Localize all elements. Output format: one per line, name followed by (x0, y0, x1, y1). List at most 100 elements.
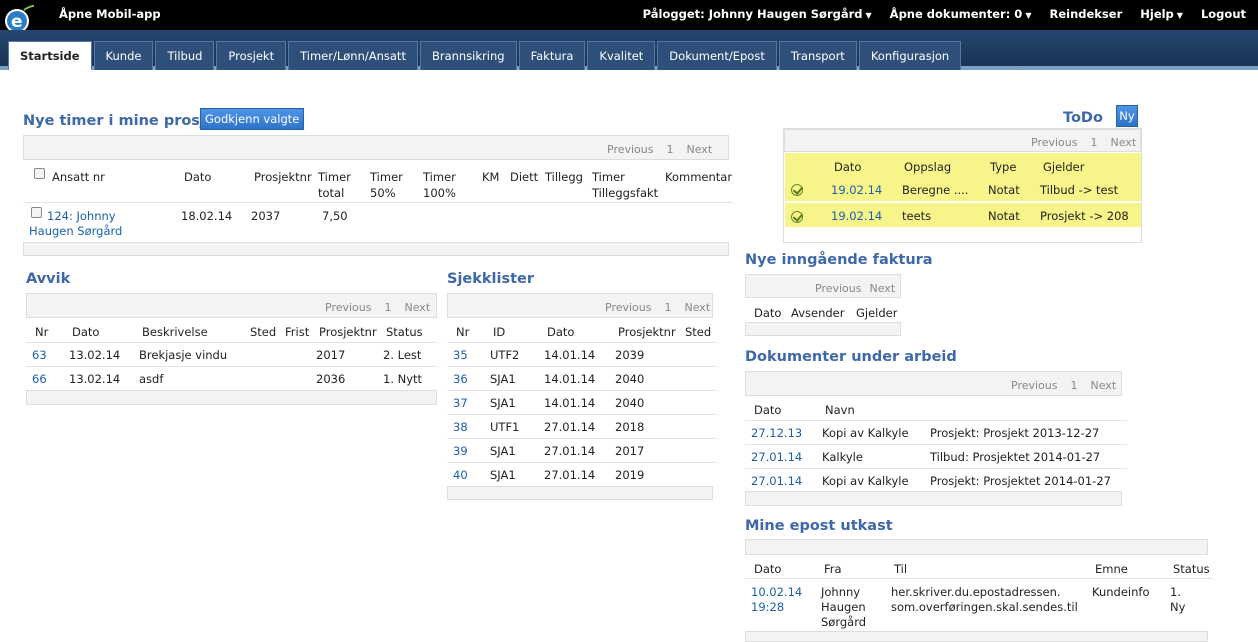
tab-brannsikring[interactable]: Brannsikring (419, 41, 517, 70)
dokumenter-col-dato[interactable]: Dato (754, 403, 781, 417)
dokument-date-link[interactable]: 27.01.14 (751, 474, 802, 488)
sjekk-nr-link[interactable]: 38 (453, 420, 468, 434)
select-all-checkbox[interactable] (34, 168, 45, 179)
sjekk-col-dato[interactable]: Dato (547, 325, 574, 339)
sjekk-col-prosjektnr[interactable]: Prosjektnr (618, 325, 676, 339)
col-header-dato[interactable]: Dato (184, 170, 211, 184)
col-header-tilleggsfakt[interactable]: Timer Tilleggsfakt (592, 170, 658, 200)
page-number[interactable]: 1 (665, 301, 672, 314)
open-mobile-app-link[interactable]: Åpne Mobil-app (59, 7, 161, 21)
new-todo-button[interactable]: Ny (1116, 105, 1138, 127)
previous-link[interactable]: Previous (605, 301, 652, 314)
logout-link[interactable]: Logout (1201, 7, 1246, 21)
sjekk-nr-link[interactable]: 36 (453, 372, 468, 386)
col-header-km[interactable]: KM (482, 170, 499, 184)
avvik-col-sted[interactable]: Sted (250, 325, 276, 339)
next-link[interactable]: Next (1111, 136, 1137, 149)
epost-status: 1. Ny (1170, 585, 1185, 615)
reindex-link[interactable]: Reindekser (1049, 7, 1122, 21)
avvik-nr-link[interactable]: 63 (32, 348, 47, 362)
epost-col-fra[interactable]: Fra (824, 562, 842, 576)
tab-kvalitet[interactable]: Kvalitet (587, 41, 656, 70)
faktura-col-gjelder[interactable]: Gjelder (856, 306, 897, 320)
tab-startside[interactable]: Startside (8, 41, 92, 70)
sjekk-nr-link[interactable]: 40 (453, 468, 468, 482)
todo-col-oppslag[interactable]: Oppslag (904, 160, 951, 174)
check-circle-icon[interactable] (791, 211, 803, 223)
page-number[interactable]: 1 (1091, 136, 1098, 149)
next-link[interactable]: Next (405, 301, 431, 314)
dokumenter-section-title: Dokumenter under arbeid (745, 349, 957, 365)
dokument-date-link[interactable]: 27.01.14 (751, 450, 802, 464)
tab-prosjekt[interactable]: Prosjekt (216, 41, 287, 70)
col-header-diett[interactable]: Diett (510, 170, 538, 184)
faktura-col-avsender[interactable]: Avsender (791, 306, 844, 320)
sjekk-nr-link[interactable]: 39 (453, 444, 468, 458)
tab-timer-lonn-ansatt[interactable]: Timer/Lønn/Ansatt (288, 41, 418, 70)
check-circle-icon[interactable] (791, 184, 803, 196)
col-header-timer-total[interactable]: Timer total (318, 170, 351, 200)
faktura-col-dato[interactable]: Dato (754, 306, 781, 320)
top-nav: Pålogget: Johnny Haugen Sørgård ▼ Åpne do… (643, 7, 1246, 21)
tab-kunde[interactable]: Kunde (93, 41, 154, 70)
avvik-col-beskrivelse[interactable]: Beskrivelse (142, 325, 208, 339)
tab-tilbud[interactable]: Tilbud (155, 41, 215, 70)
col-header-timer-100[interactable]: Timer 100% (423, 170, 456, 200)
approve-selected-button[interactable]: Godkjenn valgte (200, 108, 305, 130)
dokumenter-col-navn[interactable]: Navn (825, 403, 855, 417)
todo-col-gjelder[interactable]: Gjelder (1043, 160, 1084, 174)
epost-col-dato[interactable]: Dato (754, 562, 781, 576)
sjekk-col-nr[interactable]: Nr (456, 325, 469, 339)
previous-link[interactable]: Previous (1031, 136, 1078, 149)
dokument-date-link[interactable]: 27.12.13 (751, 426, 802, 440)
col-header-ansatt[interactable]: Ansatt nr (52, 170, 105, 184)
help-menu[interactable]: Hjelp ▼ (1140, 7, 1183, 21)
epost-col-til[interactable]: Til (894, 562, 907, 576)
next-link[interactable]: Next (1091, 379, 1117, 392)
epost-col-status[interactable]: Status (1173, 562, 1210, 576)
sjekk-col-id[interactable]: ID (493, 325, 505, 339)
next-link[interactable]: Next (687, 143, 713, 156)
sjekk-nr-link[interactable]: 37 (453, 396, 468, 410)
avvik-col-status[interactable]: Status (386, 325, 423, 339)
epost-date-link[interactable]: 10.02.14 19:28 (751, 585, 802, 615)
sjekk-col-sted[interactable]: Sted (685, 325, 711, 339)
previous-link[interactable]: Previous (815, 282, 862, 295)
avvik-col-nr[interactable]: Nr (35, 325, 48, 339)
next-link[interactable]: Next (685, 301, 711, 314)
tab-faktura[interactable]: Faktura (518, 41, 586, 70)
col-header-prosjektnr[interactable]: Prosjektnr (254, 170, 312, 184)
todo-date-link[interactable]: 19.02.14 (831, 209, 882, 223)
previous-link[interactable]: Previous (607, 143, 654, 156)
tab-konfigurasjon[interactable]: Konfigurasjon (858, 41, 962, 70)
avvik-col-dato[interactable]: Dato (72, 325, 99, 339)
avvik-col-prosjektnr[interactable]: Prosjektnr (319, 325, 377, 339)
sjekk-nr-link[interactable]: 35 (453, 348, 468, 362)
todo-oppslag: Beregne .... (902, 183, 969, 197)
page-number[interactable]: 1 (385, 301, 392, 314)
divider (447, 342, 717, 343)
page-number[interactable]: 1 (1071, 379, 1078, 392)
previous-link[interactable]: Previous (1011, 379, 1058, 392)
previous-link[interactable]: Previous (325, 301, 372, 314)
todo-col-dato[interactable]: Dato (834, 160, 861, 174)
page-number[interactable]: 1 (667, 143, 674, 156)
tab-dokument-epost[interactable]: Dokument/Epost (657, 41, 777, 70)
divider (26, 366, 437, 367)
sjekk-prosjektnr: 2019 (615, 468, 645, 482)
col-header-kommentar[interactable]: Kommentar (665, 170, 732, 184)
todo-date-link[interactable]: 19.02.14 (831, 183, 882, 197)
avvik-nr-link[interactable]: 66 (32, 372, 47, 386)
avvik-col-frist[interactable]: Frist (285, 325, 309, 339)
epost-fra-line: Johnny (821, 585, 861, 599)
logged-in-menu[interactable]: Pålogget: Johnny Haugen Sørgård ▼ (643, 7, 872, 21)
employee-link[interactable]: 124: Johnny Haugen Sørgård (29, 209, 122, 239)
col-header-tillegg[interactable]: Tillegg (545, 170, 583, 184)
col-header-timer-50[interactable]: Timer 50% (370, 170, 403, 200)
todo-col-type[interactable]: Type (990, 160, 1016, 174)
next-link[interactable]: Next (870, 282, 896, 295)
tab-transport[interactable]: Transport (778, 41, 857, 70)
open-documents-menu[interactable]: Åpne dokumenter: 0 ▼ (890, 7, 1032, 21)
epost-col-emne[interactable]: Emne (1095, 562, 1128, 576)
svg-text:e: e (11, 12, 23, 32)
